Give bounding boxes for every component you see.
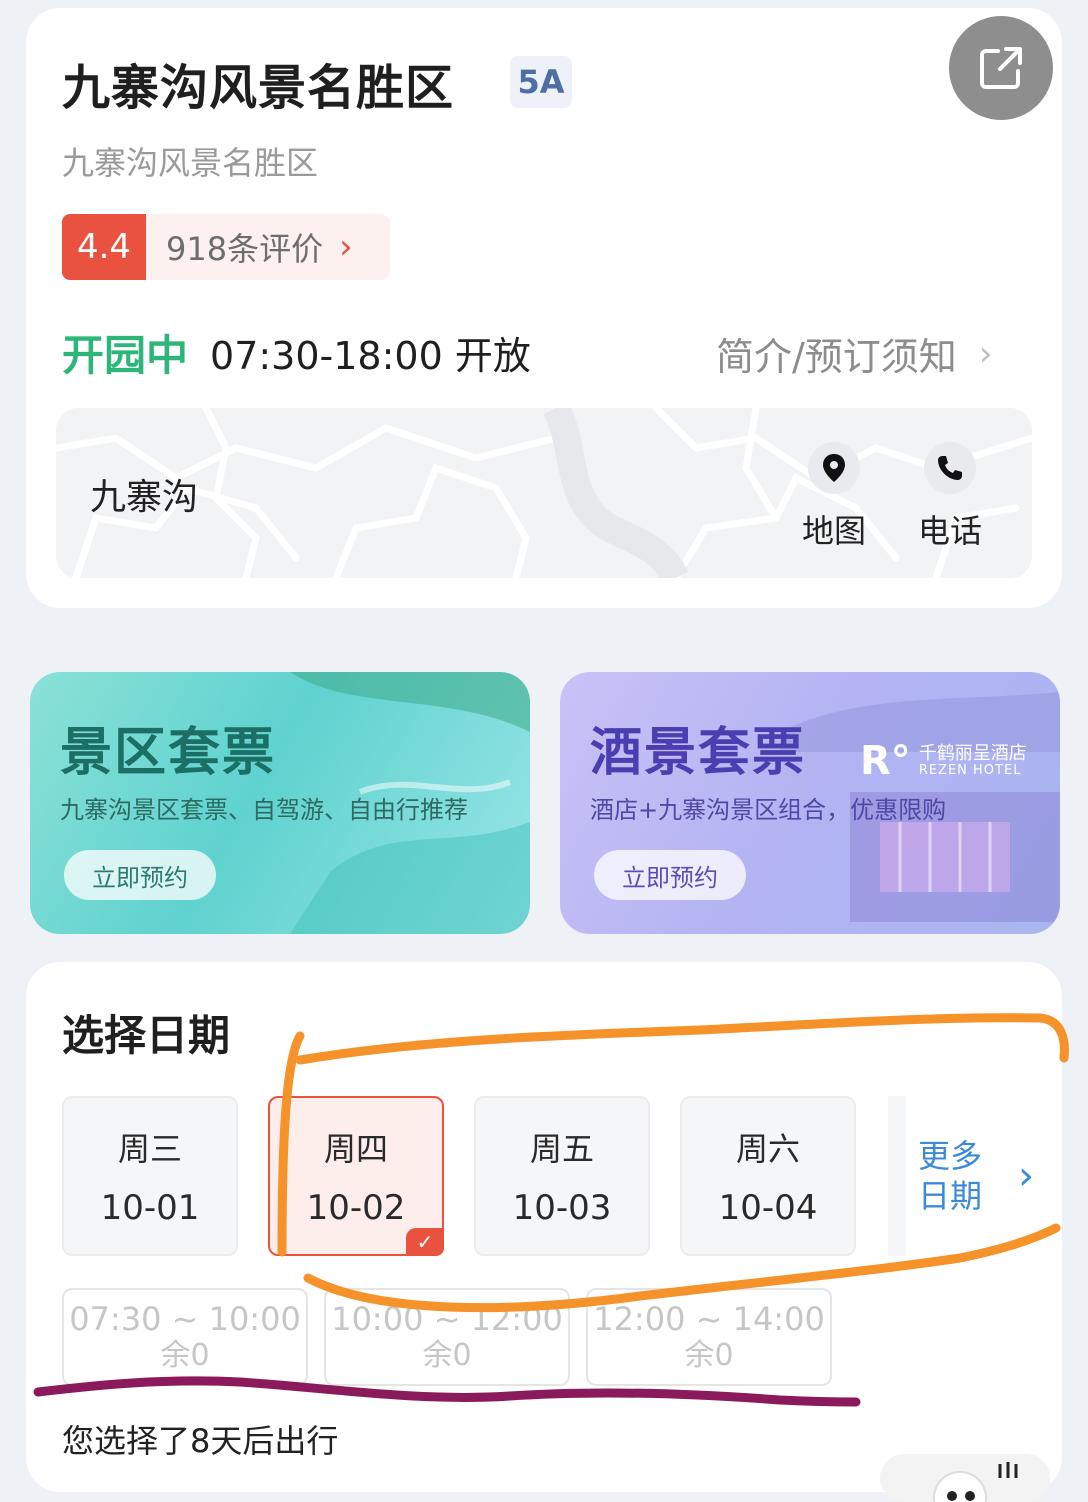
date-option[interactable]: 周五 10-03 (474, 1096, 650, 1256)
map-preview[interactable]: 九寨沟 地图 电话 (56, 408, 1032, 578)
time-slot-remaining: 余0 (684, 1338, 734, 1374)
date-weekday: 周五 (529, 1130, 594, 1168)
date-weekday: 周六 (735, 1130, 800, 1168)
reviews-link[interactable]: 918条评价 › (146, 214, 390, 280)
map-button-label: 地图 (802, 512, 867, 550)
map-background (56, 408, 1032, 578)
date-weekday: 周四 (323, 1130, 388, 1168)
attraction-subtitle: 九寨沟风景名胜区 (62, 144, 319, 182)
phone-button-label: 电话 (918, 512, 983, 550)
promo-description: 九寨沟景区套票、自驾游、自由行推荐 (60, 796, 468, 824)
more-dates-label: 更多日期 (918, 1137, 983, 1215)
location-pin-icon (808, 442, 860, 494)
date-section-title: 选择日期 (62, 1011, 231, 1060)
chevron-right-icon: › (1018, 1153, 1034, 1199)
map-button[interactable]: 地图 (802, 442, 866, 552)
phone-button[interactable]: 电话 (918, 442, 982, 552)
chevron-right-icon: › (339, 227, 353, 267)
rating-row[interactable]: 4.4 918条评价 › (62, 214, 390, 280)
time-slot[interactable]: 12:00 ~ 14:00 余0 (586, 1288, 832, 1386)
date-selection-card: 选择日期 周三 10-01 周四 10-02 ✓ 周五 10-03 周六 10-… (26, 962, 1062, 1492)
hotel-logo-mark: R° (860, 738, 911, 784)
rating-score: 4.4 (62, 214, 146, 280)
hotel-logo: R° 千鹤丽呈酒店 REZEN HOTEL (860, 738, 1027, 784)
promo-description: 酒店+九寨沟景区组合，优惠限购 (590, 796, 947, 824)
trip-note: 您选择了8天后出行 (62, 1422, 339, 1460)
checkmark-icon: ✓ (406, 1228, 444, 1256)
opening-hours: 07:30-18:00 开放 (210, 334, 531, 378)
intro-link-label: 简介/预订须知 (716, 335, 957, 379)
attraction-title: 九寨沟风景名胜区 (62, 60, 455, 116)
book-now-button[interactable]: 立即预约 (64, 850, 216, 900)
open-status: 开园中 (62, 331, 189, 380)
time-slot-range: 07:30 ~ 10:00 (69, 1299, 301, 1338)
map-location-label: 九寨沟 (90, 477, 199, 518)
hotel-logo-name-en: REZEN HOTEL (918, 762, 1022, 778)
date-option[interactable]: 周六 10-04 (680, 1096, 856, 1256)
phone-icon (924, 442, 976, 494)
promo-scenic-package[interactable]: 景区套票 九寨沟景区套票、自驾游、自由行推荐 立即预约 (30, 672, 530, 934)
time-slot-range: 12:00 ~ 14:00 (593, 1299, 825, 1338)
time-slot-remaining: 余0 (422, 1338, 472, 1374)
promo-title: 景区套票 (60, 722, 277, 783)
watermark-avatar (880, 1454, 1050, 1502)
date-value: 10-03 (512, 1188, 612, 1228)
opening-row: 开园中 07:30-18:00 开放 (62, 322, 531, 383)
level-badge: 5A (510, 56, 572, 108)
time-slot[interactable]: 10:00 ~ 12:00 余0 (324, 1288, 570, 1386)
chevron-right-icon: › (978, 333, 993, 374)
date-weekday: 周三 (117, 1130, 182, 1168)
date-option[interactable]: 周三 10-01 (62, 1096, 238, 1256)
reviews-count: 918条评价 (166, 230, 324, 268)
date-option-selected[interactable]: 周四 10-02 ✓ (268, 1096, 444, 1256)
share-icon (980, 47, 1022, 89)
attraction-info-card: 九寨沟风景名胜区 5A 九寨沟风景名胜区 4.4 918条评价 › 开园中 07… (26, 8, 1062, 608)
date-value: 10-02 (306, 1188, 406, 1228)
share-button[interactable] (949, 16, 1053, 120)
promo-hotel-package[interactable]: R° 千鹤丽呈酒店 REZEN HOTEL 酒景套票 酒店+九寨沟景区组合，优惠… (560, 672, 1060, 934)
time-slot-range: 10:00 ~ 12:00 (331, 1299, 563, 1338)
book-now-button[interactable]: 立即预约 (594, 850, 746, 900)
date-value: 10-01 (100, 1188, 200, 1228)
more-dates-button[interactable]: 更多日期 › (888, 1096, 1062, 1256)
promo-title: 酒景套票 (590, 722, 807, 783)
intro-booking-notice-link[interactable]: 简介/预订须知 › (716, 326, 992, 381)
time-slot-remaining: 余0 (160, 1338, 210, 1374)
hotel-logo-name: 千鹤丽呈酒店 (918, 742, 1027, 764)
time-slot[interactable]: 07:30 ~ 10:00 余0 (62, 1288, 308, 1386)
date-value: 10-04 (718, 1188, 818, 1228)
